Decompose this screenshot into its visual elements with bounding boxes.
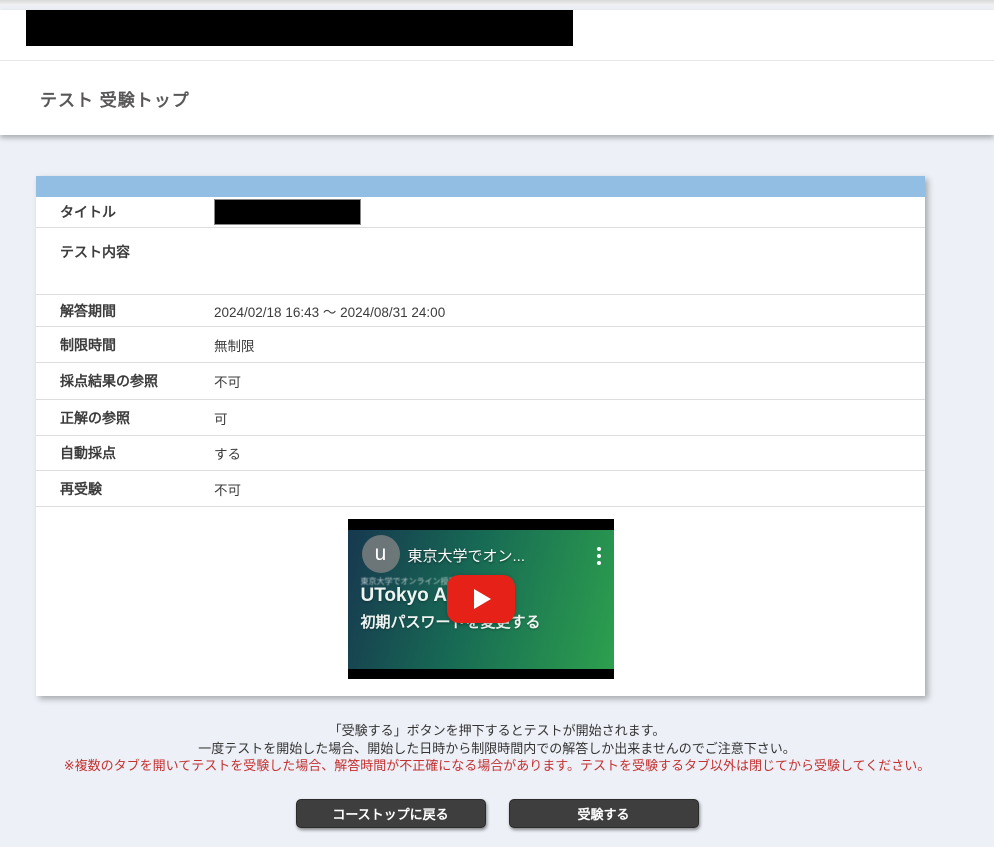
- row-label-content: テスト内容: [36, 228, 214, 262]
- row-label-answer-period: 解答期間: [36, 301, 214, 321]
- row-value-time-limit: 無制限: [214, 335, 925, 355]
- warning-text: ※複数のタブを開いてテストを受験した場合、解答時間が不正確になる場合があります。…: [0, 757, 994, 775]
- main-content: タイトル テスト内容 解答期間 2024/02/18 16:43 ～ 2024/…: [0, 176, 994, 828]
- video-row: u 東京大学でオン... 東京大学でオンライン授業 UTokyo A 初期パスワ…: [36, 507, 925, 696]
- row-value-answer-period: 2024/02/18 16:43 ～ 2024/08/31 24:00: [214, 301, 925, 321]
- row-label-retake: 再受験: [36, 479, 214, 499]
- row-value-content: [214, 228, 925, 242]
- thumbnail-text-line1: UTokyo A: [361, 585, 448, 607]
- back-to-course-top-button[interactable]: コーストップに戻る: [296, 799, 486, 828]
- page-header: テスト 受験トップ: [0, 10, 994, 135]
- video-title-link[interactable]: 東京大学でオン...: [408, 545, 526, 566]
- redacted-test-title: [214, 199, 361, 225]
- play-icon: [474, 589, 491, 609]
- channel-avatar[interactable]: u: [362, 535, 400, 573]
- row-label-title: タイトル: [36, 202, 214, 222]
- table-header-bar: [36, 176, 925, 197]
- table-row: 制限時間 無制限: [36, 327, 925, 363]
- instructions: 「受験する」ボタンを押下するとテストが開始されます。 一度テストを開始した場合、…: [0, 722, 994, 775]
- table-row: 再受験 不可: [36, 471, 925, 507]
- row-label-correct-answer-view: 正解の参照: [36, 408, 214, 428]
- row-value-title: [214, 199, 925, 225]
- row-label-auto-grading: 自動採点: [36, 443, 214, 463]
- action-button-row: コーストップに戻る 受験する: [0, 799, 994, 828]
- redacted-course-title: [26, 10, 573, 46]
- row-value-score-view: 不可: [214, 371, 925, 391]
- table-row: 正解の参照 可: [36, 400, 925, 436]
- table-row: タイトル: [36, 197, 925, 228]
- page-title-bar: テスト 受験トップ: [0, 61, 994, 135]
- youtube-play-button[interactable]: [447, 575, 515, 623]
- kebab-menu-icon[interactable]: [597, 544, 601, 568]
- start-test-button[interactable]: 受験する: [509, 799, 699, 828]
- row-value-auto-grading: する: [214, 443, 925, 463]
- row-value-retake: 不可: [214, 479, 925, 499]
- row-value-correct-answer-view: 可: [214, 408, 925, 428]
- browser-top-strip: [0, 0, 994, 5]
- channel-initial: u: [375, 542, 387, 566]
- page-title: テスト 受験トップ: [40, 86, 190, 111]
- row-label-time-limit: 制限時間: [36, 335, 214, 355]
- row-label-score-view: 採点結果の参照: [36, 371, 214, 391]
- test-info-card: タイトル テスト内容 解答期間 2024/02/18 16:43 ～ 2024/…: [36, 176, 925, 696]
- table-row: 自動採点 する: [36, 436, 925, 471]
- table-row: 採点結果の参照 不可: [36, 363, 925, 400]
- instruction-line-2: 一度テストを開始した場合、開始した日時から制限時間内での解答しか出来ませんのでご…: [0, 740, 994, 758]
- youtube-embed[interactable]: u 東京大学でオン... 東京大学でオンライン授業 UTokyo A 初期パスワ…: [348, 519, 614, 679]
- course-header-bar: [0, 10, 994, 61]
- instruction-line-1: 「受験する」ボタンを押下するとテストが開始されます。: [0, 722, 994, 740]
- table-row: テスト内容: [36, 228, 925, 295]
- table-row: 解答期間 2024/02/18 16:43 ～ 2024/08/31 24:00: [36, 295, 925, 327]
